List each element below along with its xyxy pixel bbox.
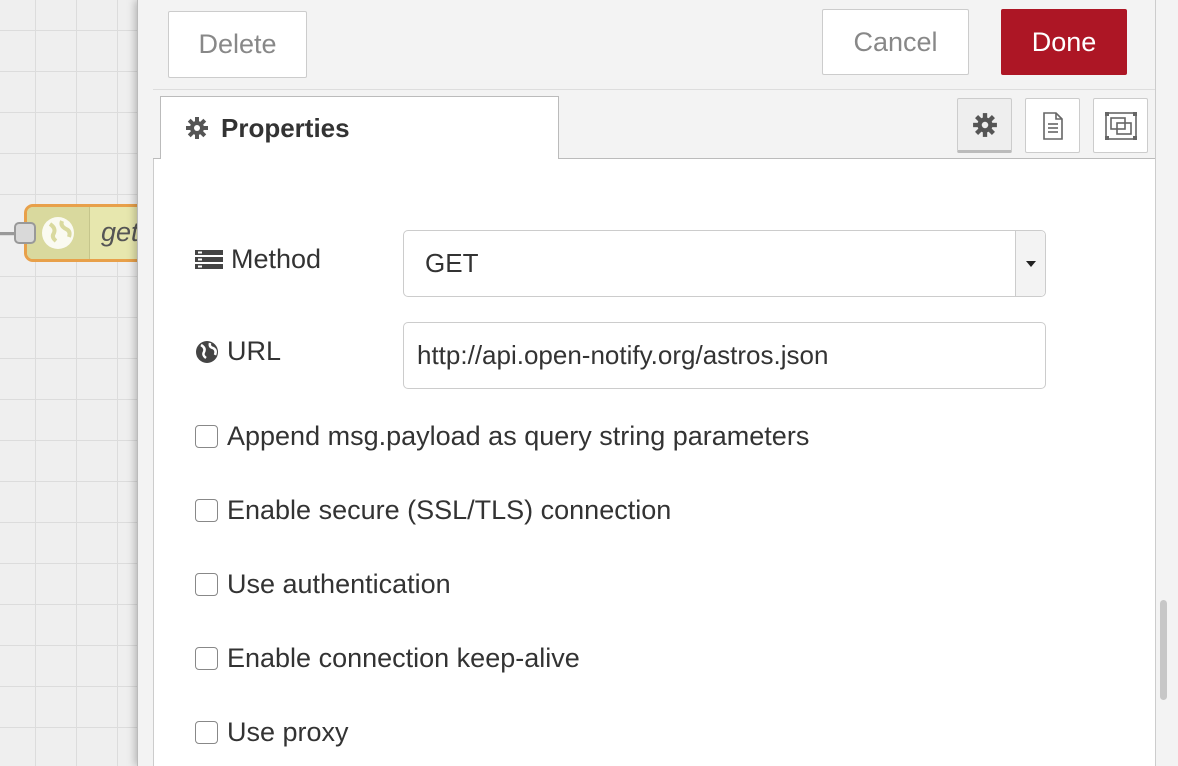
proxy-label: Use proxy bbox=[227, 717, 349, 747]
tab-properties-label: Properties bbox=[221, 112, 350, 143]
globe-icon bbox=[196, 340, 218, 363]
method-select[interactable]: GET bbox=[403, 230, 1046, 297]
append-payload-option[interactable]: Append msg.payload as query string param… bbox=[195, 421, 809, 452]
method-label: Method bbox=[195, 244, 321, 275]
document-icon bbox=[1042, 111, 1063, 140]
method-select-value: GET bbox=[425, 248, 479, 278]
tray-scrollbar[interactable] bbox=[1160, 600, 1167, 700]
node-input-port[interactable] bbox=[14, 222, 36, 244]
keep-alive-option[interactable]: Enable connection keep-alive bbox=[195, 643, 580, 674]
frame-icon bbox=[1104, 111, 1137, 140]
delete-button[interactable]: Delete bbox=[168, 11, 307, 78]
authentication-label: Use authentication bbox=[227, 569, 451, 599]
header-divider bbox=[153, 89, 1156, 90]
cancel-button[interactable]: Cancel bbox=[822, 9, 969, 75]
tray-border bbox=[1155, 0, 1156, 766]
append-payload-checkbox[interactable] bbox=[195, 425, 218, 448]
url-label-text: URL bbox=[227, 336, 282, 366]
authentication-checkbox[interactable] bbox=[195, 573, 218, 596]
keep-alive-checkbox[interactable] bbox=[195, 647, 218, 670]
appearance-tab-button[interactable] bbox=[1093, 98, 1148, 153]
proxy-option[interactable]: Use proxy bbox=[195, 717, 349, 748]
gear-icon bbox=[972, 112, 997, 137]
description-tab-button[interactable] bbox=[1025, 98, 1080, 153]
authentication-option[interactable]: Use authentication bbox=[195, 569, 451, 600]
ssl-label: Enable secure (SSL/TLS) connection bbox=[227, 495, 672, 525]
url-input[interactable]: http://api.open-notify.org/astros.json bbox=[403, 322, 1046, 389]
method-label-text: Method bbox=[231, 244, 322, 274]
tab-properties[interactable]: Properties bbox=[160, 96, 559, 159]
editor-tray: Delete Cancel Done Properties Method GET… bbox=[137, 0, 1178, 766]
proxy-checkbox[interactable] bbox=[195, 721, 218, 744]
chevron-down-icon bbox=[1015, 231, 1045, 296]
done-button[interactable]: Done bbox=[1001, 9, 1127, 75]
keep-alive-label: Enable connection keep-alive bbox=[227, 643, 580, 673]
ssl-option[interactable]: Enable secure (SSL/TLS) connection bbox=[195, 495, 671, 526]
flow-workspace[interactable] bbox=[0, 0, 145, 766]
node-label: get bbox=[101, 217, 139, 247]
editor-tray-content: Delete Cancel Done Properties Method GET… bbox=[153, 0, 1156, 766]
url-label: URL bbox=[195, 336, 281, 367]
url-input-value: http://api.open-notify.org/astros.json bbox=[417, 340, 829, 370]
globe-icon bbox=[42, 217, 74, 249]
append-payload-label: Append msg.payload as query string param… bbox=[227, 421, 810, 451]
gear-icon bbox=[186, 117, 208, 139]
list-icon bbox=[195, 249, 223, 269]
node-icon-box bbox=[27, 207, 90, 259]
settings-tab-button[interactable] bbox=[957, 98, 1012, 153]
ssl-checkbox[interactable] bbox=[195, 499, 218, 522]
